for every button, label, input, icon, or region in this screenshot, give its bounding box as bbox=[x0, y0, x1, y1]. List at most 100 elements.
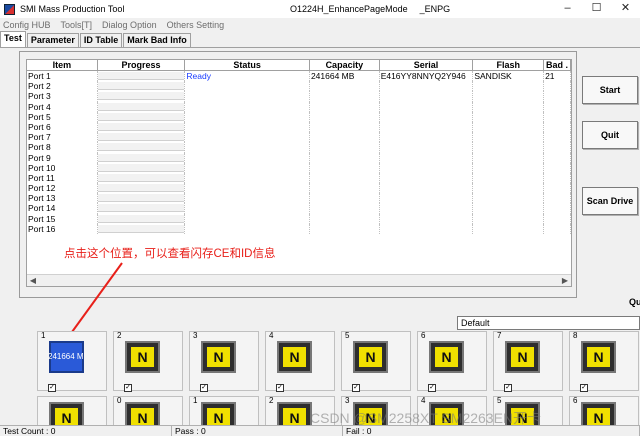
progress-bar-track bbox=[97, 112, 185, 121]
drive-status-button[interactable]: N bbox=[201, 341, 236, 373]
table-row[interactable]: Port 11 bbox=[27, 172, 571, 184]
serial-cell-text: E416YY8NNYQ2Y946 bbox=[380, 71, 466, 81]
drive-enable-checkbox[interactable]: ✓ bbox=[428, 384, 436, 392]
column-header-status[interactable]: Status bbox=[185, 60, 310, 70]
drive-status-button[interactable]: N bbox=[125, 341, 160, 373]
drive-slot: 0N bbox=[113, 396, 183, 428]
drive-status-button[interactable]: 241664 M bbox=[48, 341, 84, 373]
maximize-button[interactable]: ☐ bbox=[582, 0, 611, 18]
tab-id-table[interactable]: ID Table bbox=[79, 33, 123, 47]
table-body: Port 1 Ready 241664 MB E416YY8NNYQ2Y946 SAND… bbox=[27, 71, 571, 234]
menu-config-hub[interactable]: Config HUB bbox=[3, 20, 51, 30]
table-row[interactable]: Port 8 bbox=[27, 142, 571, 153]
drive-slot-number: 0 bbox=[117, 396, 122, 405]
status-cell bbox=[185, 101, 310, 112]
column-header-item[interactable]: Item bbox=[27, 60, 98, 70]
table-row[interactable]: Port 7 bbox=[27, 132, 571, 143]
drive-enable-checkbox[interactable]: ✓ bbox=[124, 384, 132, 392]
progress-bar bbox=[97, 203, 186, 214]
drive-status-button[interactable]: N bbox=[581, 341, 616, 373]
drive-slot: 7 N ✓ bbox=[493, 331, 563, 392]
tab-test[interactable]: Test bbox=[0, 31, 26, 47]
drive-status-button[interactable]: N bbox=[353, 341, 388, 373]
table-row[interactable]: Port 15 bbox=[27, 213, 571, 224]
capacity-cell bbox=[310, 81, 380, 92]
status-cell bbox=[185, 223, 310, 234]
flash-cell-text: SANDISK bbox=[474, 71, 512, 81]
drive-enable-checkbox[interactable]: ✓ bbox=[276, 384, 284, 392]
start-button[interactable]: Start bbox=[582, 76, 638, 104]
capacity-cell bbox=[310, 111, 380, 122]
column-header-bad[interactable]: Bad . bbox=[544, 60, 571, 70]
scan-drive-button[interactable]: Scan Drive bbox=[582, 187, 638, 215]
close-button[interactable]: ✕ bbox=[611, 0, 640, 18]
bad-cell bbox=[544, 183, 571, 194]
port-name-text: Port 6 bbox=[28, 121, 51, 132]
profile-select[interactable]: Default bbox=[457, 316, 640, 330]
table-row[interactable]: Port 10 bbox=[27, 162, 571, 173]
flash-cell: SANDISK bbox=[473, 71, 545, 82]
bad-cell bbox=[544, 172, 571, 184]
drive-enable-checkbox[interactable]: ✓ bbox=[580, 384, 588, 392]
drive-enable-checkbox[interactable]: ✓ bbox=[352, 384, 360, 392]
drive-slot-number: 3 bbox=[345, 396, 350, 405]
serial-cell bbox=[380, 162, 474, 173]
menu-tools[interactable]: Tools[T] bbox=[61, 20, 93, 30]
drive-status-button[interactable]: N bbox=[277, 341, 312, 373]
table-row[interactable]: Port 2 bbox=[27, 81, 571, 92]
tab-parameter[interactable]: Parameter bbox=[26, 33, 79, 47]
table-row[interactable]: Port 4 bbox=[27, 101, 571, 112]
table-row[interactable]: Port 9 bbox=[27, 152, 571, 163]
flash-cell bbox=[473, 101, 545, 112]
drive-status-button[interactable]: N bbox=[505, 341, 540, 373]
drive-not-ready-icon: N bbox=[359, 347, 382, 367]
column-header-flash[interactable]: Flash bbox=[473, 60, 545, 70]
progress-bar bbox=[97, 213, 186, 224]
table-row[interactable]: Port 6 bbox=[27, 121, 571, 133]
drive-slot: 1 241664 M ✓ bbox=[37, 331, 107, 392]
tab-mark-bad-info[interactable]: Mark Bad Info bbox=[123, 33, 191, 47]
column-header-capacity[interactable]: Capacity bbox=[310, 60, 380, 70]
drive-not-ready-icon: N bbox=[207, 347, 230, 367]
table-row[interactable]: Port 12 bbox=[27, 183, 571, 194]
progress-bar bbox=[97, 132, 186, 143]
table-row[interactable]: Port 14 bbox=[27, 203, 571, 214]
drive-slot-number: 4 bbox=[421, 396, 426, 405]
port-name: Port 13 bbox=[27, 193, 98, 204]
table-row[interactable]: Port 5 bbox=[27, 111, 571, 122]
drive-slot: 8 N ✓ bbox=[569, 331, 639, 392]
table-row[interactable]: Port 3 bbox=[27, 91, 571, 102]
column-header-progress[interactable]: Progress bbox=[98, 60, 186, 70]
menu-others-setting[interactable]: Others Setting bbox=[167, 20, 225, 30]
status-cell bbox=[185, 172, 310, 184]
progress-bar-track bbox=[97, 194, 185, 203]
drive-status-button[interactable]: N bbox=[429, 341, 464, 373]
progress-bar-track bbox=[97, 173, 185, 182]
drive-not-ready-icon: N bbox=[131, 347, 154, 367]
column-header-serial[interactable]: Serial bbox=[380, 60, 474, 70]
quit-button[interactable]: Quit bbox=[582, 121, 638, 149]
serial-cell bbox=[380, 183, 474, 194]
drive-enable-checkbox[interactable]: ✓ bbox=[200, 384, 208, 392]
serial-cell bbox=[380, 111, 474, 122]
bad-cell bbox=[544, 132, 571, 143]
capacity-cell bbox=[310, 132, 380, 143]
menu-dialog-option[interactable]: Dialog Option bbox=[102, 20, 157, 30]
drive-enable-checkbox[interactable]: ✓ bbox=[504, 384, 512, 392]
table-row[interactable]: Port 13 bbox=[27, 193, 571, 204]
bad-cell bbox=[544, 223, 571, 234]
drive-slot: N bbox=[37, 396, 107, 428]
minimize-button[interactable]: – bbox=[553, 0, 582, 18]
port-name: Port 6 bbox=[27, 121, 98, 133]
capacity-cell bbox=[310, 91, 380, 102]
flash-cell bbox=[473, 162, 545, 173]
app-icon bbox=[4, 3, 15, 15]
scroll-left-icon[interactable]: ◀ bbox=[27, 275, 39, 286]
drive-enable-checkbox[interactable]: ✓ bbox=[48, 384, 56, 392]
table-row[interactable]: Port 16 bbox=[27, 223, 571, 234]
app-title: SMI Mass Production Tool bbox=[20, 4, 125, 14]
flash-cell bbox=[473, 223, 545, 234]
table-row[interactable]: Port 1 Ready 241664 MB E416YY8NNYQ2Y946 SAND… bbox=[27, 71, 571, 82]
scroll-right-icon[interactable]: ▶ bbox=[559, 275, 571, 286]
capacity-cell-text: 241664 MB bbox=[310, 71, 355, 81]
